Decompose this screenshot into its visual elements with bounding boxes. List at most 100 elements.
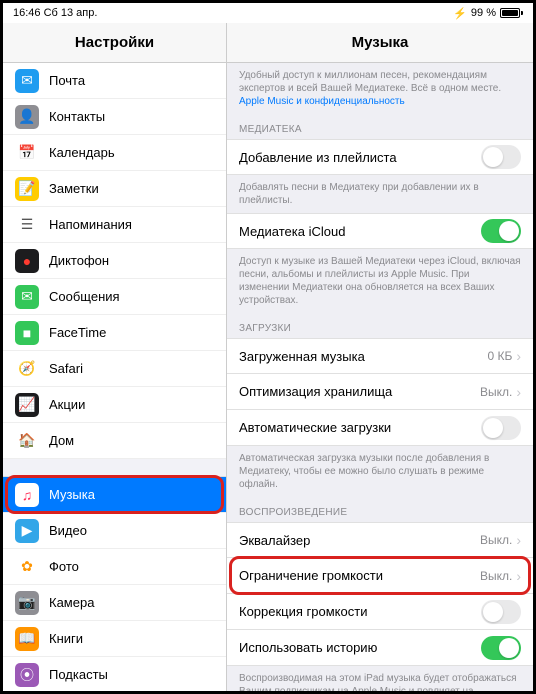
settings-sidebar: Настройки ✉ Почта 👤 Контакты 📅Календарь 📝 Заме… bbox=[3, 23, 227, 691]
sidebar-item-label: Фото bbox=[49, 559, 79, 574]
auto-downloads-desc: Автоматическая загрузка музыки после доб… bbox=[227, 446, 533, 497]
add-playlist-desc: Добавлять песни в Медиатеку при добавлен… bbox=[227, 175, 533, 213]
sidebar-item-facetime[interactable]: ■ FaceTime bbox=[3, 315, 226, 351]
sidebar-item-почта[interactable]: ✉ Почта bbox=[3, 63, 226, 99]
sidebar-item-видео[interactable]: ▶ Видео bbox=[3, 513, 226, 549]
sidebar-item-label: Музыка bbox=[49, 487, 95, 502]
sidebar-item-камера[interactable]: 📷 Камера bbox=[3, 585, 226, 621]
status-bar: 16:46 Сб 13 апр. ⚡ 99 % bbox=[3, 3, 533, 23]
app-icon: 📈 bbox=[15, 393, 39, 417]
sidebar-title: Настройки bbox=[3, 23, 226, 63]
sidebar-item-фото[interactable]: ✿ Фото bbox=[3, 549, 226, 585]
label: Автоматические загрузки bbox=[239, 420, 481, 435]
sidebar-item-музыка[interactable]: ♫ Музыка bbox=[3, 477, 226, 513]
label: Использовать историю bbox=[239, 640, 481, 655]
app-icon: ♫ bbox=[15, 483, 39, 507]
app-icon: 🏠 bbox=[15, 429, 39, 453]
sidebar-item-label: Заметки bbox=[49, 181, 99, 196]
value: Выкл. bbox=[480, 569, 512, 583]
row-downloaded-music[interactable]: Загруженная музыка 0 КБ › bbox=[227, 338, 533, 374]
toggle-icloud-library[interactable] bbox=[481, 219, 521, 243]
detail-body[interactable]: Удобный доступ к миллионам песен, рекоме… bbox=[227, 63, 533, 691]
chevron-icon: › bbox=[516, 532, 521, 548]
sidebar-item-safari[interactable]: 🧭 Safari bbox=[3, 351, 226, 387]
app-icon: ■ bbox=[15, 321, 39, 345]
app-icon: ✉ bbox=[15, 285, 39, 309]
sidebar-item-label: Книги bbox=[49, 631, 83, 646]
chevron-icon: › bbox=[516, 568, 521, 584]
row-storage-optimization[interactable]: Оптимизация хранилища Выкл. › bbox=[227, 374, 533, 410]
label: Загруженная музыка bbox=[239, 349, 487, 364]
sidebar-item-календарь[interactable]: 📅Календарь bbox=[3, 135, 226, 171]
toggle-use-history[interactable] bbox=[481, 636, 521, 660]
label: Ограничение громкости bbox=[239, 568, 480, 583]
app-icon: 📷 bbox=[15, 591, 39, 615]
app-icon: 🧭 bbox=[15, 357, 39, 381]
row-add-from-playlist[interactable]: Добавление из плейлиста bbox=[227, 139, 533, 175]
sidebar-list[interactable]: ✉ Почта 👤 Контакты 📅Календарь 📝 Заметки ☰ Напоми… bbox=[3, 63, 226, 691]
sidebar-item-заметки[interactable]: 📝 Заметки bbox=[3, 171, 226, 207]
sidebar-item-label: FaceTime bbox=[49, 325, 106, 340]
detail-title: Музыка bbox=[227, 23, 533, 63]
app-icon: ✉ bbox=[15, 69, 39, 93]
battery-icon bbox=[500, 8, 523, 18]
battery-percent: 99 % bbox=[471, 7, 496, 19]
section-header-playback: ВОСПРОИЗВЕДЕНИЕ bbox=[227, 497, 533, 522]
sidebar-item-label: Почта bbox=[49, 73, 85, 88]
intro-desc: Удобный доступ к миллионам песен, рекоме… bbox=[227, 63, 533, 114]
app-icon: ▶ bbox=[15, 519, 39, 543]
app-icon: 👤 bbox=[15, 105, 39, 129]
app-icon: 📖 bbox=[15, 627, 39, 651]
sidebar-item-label: Акции bbox=[49, 397, 85, 412]
sidebar-item-label: Видео bbox=[49, 523, 87, 538]
row-equalizer[interactable]: Эквалайзер Выкл. › bbox=[227, 522, 533, 558]
section-header-library: МЕДИАТЕКА bbox=[227, 114, 533, 139]
sidebar-item-label: Диктофон bbox=[49, 253, 109, 268]
toggle-auto-downloads[interactable] bbox=[481, 416, 521, 440]
label: Коррекция громкости bbox=[239, 604, 481, 619]
label: Медиатека iCloud bbox=[239, 224, 481, 239]
sidebar-item-напоминания[interactable]: ☰ Напоминания bbox=[3, 207, 226, 243]
chevron-icon: › bbox=[516, 384, 521, 400]
app-icon: ● bbox=[15, 249, 39, 273]
app-icon: ✿ bbox=[15, 555, 39, 579]
date: Сб 13 апр. bbox=[44, 7, 98, 19]
sidebar-item-label: Дом bbox=[49, 433, 74, 448]
label: Эквалайзер bbox=[239, 533, 480, 548]
row-volume-limit[interactable]: Ограничение громкости Выкл. › bbox=[227, 558, 533, 594]
sidebar-item-label: Сообщения bbox=[49, 289, 120, 304]
sidebar-item-label: Safari bbox=[49, 361, 83, 376]
detail-pane: Музыка Удобный доступ к миллионам песен,… bbox=[227, 23, 533, 691]
label: Добавление из плейлиста bbox=[239, 150, 481, 165]
sidebar-item-контакты[interactable]: 👤 Контакты bbox=[3, 99, 226, 135]
sidebar-item-label: Контакты bbox=[49, 109, 105, 124]
toggle-add-from-playlist[interactable] bbox=[481, 145, 521, 169]
value: Выкл. bbox=[480, 385, 512, 399]
privacy-link[interactable]: Apple Music и конфиденциальность bbox=[239, 96, 405, 107]
row-auto-downloads[interactable]: Автоматические загрузки bbox=[227, 410, 533, 446]
app-icon: ⦿ bbox=[15, 663, 39, 687]
sidebar-item-дом[interactable]: 🏠 Дом bbox=[3, 423, 226, 459]
sidebar-item-label: Подкасты bbox=[49, 667, 108, 682]
row-sound-check[interactable]: Коррекция громкости bbox=[227, 594, 533, 630]
icloud-desc: Доступ к музыке из Вашей Медиатеки через… bbox=[227, 249, 533, 313]
app-icon: 📝 bbox=[15, 177, 39, 201]
sidebar-item-label: Камера bbox=[49, 595, 94, 610]
value: Выкл. bbox=[480, 533, 512, 547]
sidebar-item-label: Напоминания bbox=[49, 217, 132, 232]
history-desc: Воспроизводимая на этом iPad музыка буде… bbox=[227, 666, 533, 691]
app-icon: ☰ bbox=[15, 213, 39, 237]
sidebar-item-подкасты[interactable]: ⦿ Подкасты bbox=[3, 657, 226, 691]
sidebar-spacer bbox=[3, 459, 226, 477]
sidebar-item-диктофон[interactable]: ● Диктофон bbox=[3, 243, 226, 279]
row-use-history[interactable]: Использовать историю bbox=[227, 630, 533, 666]
sidebar-item-книги[interactable]: 📖 Книги bbox=[3, 621, 226, 657]
toggle-sound-check[interactable] bbox=[481, 600, 521, 624]
charge-icon: ⚡ bbox=[453, 7, 467, 20]
label: Оптимизация хранилища bbox=[239, 384, 480, 399]
sidebar-item-акции[interactable]: 📈 Акции bbox=[3, 387, 226, 423]
sidebar-item-label: Календарь bbox=[49, 145, 115, 160]
time: 16:46 bbox=[13, 7, 41, 19]
row-icloud-library[interactable]: Медиатека iCloud bbox=[227, 213, 533, 249]
sidebar-item-сообщения[interactable]: ✉ Сообщения bbox=[3, 279, 226, 315]
